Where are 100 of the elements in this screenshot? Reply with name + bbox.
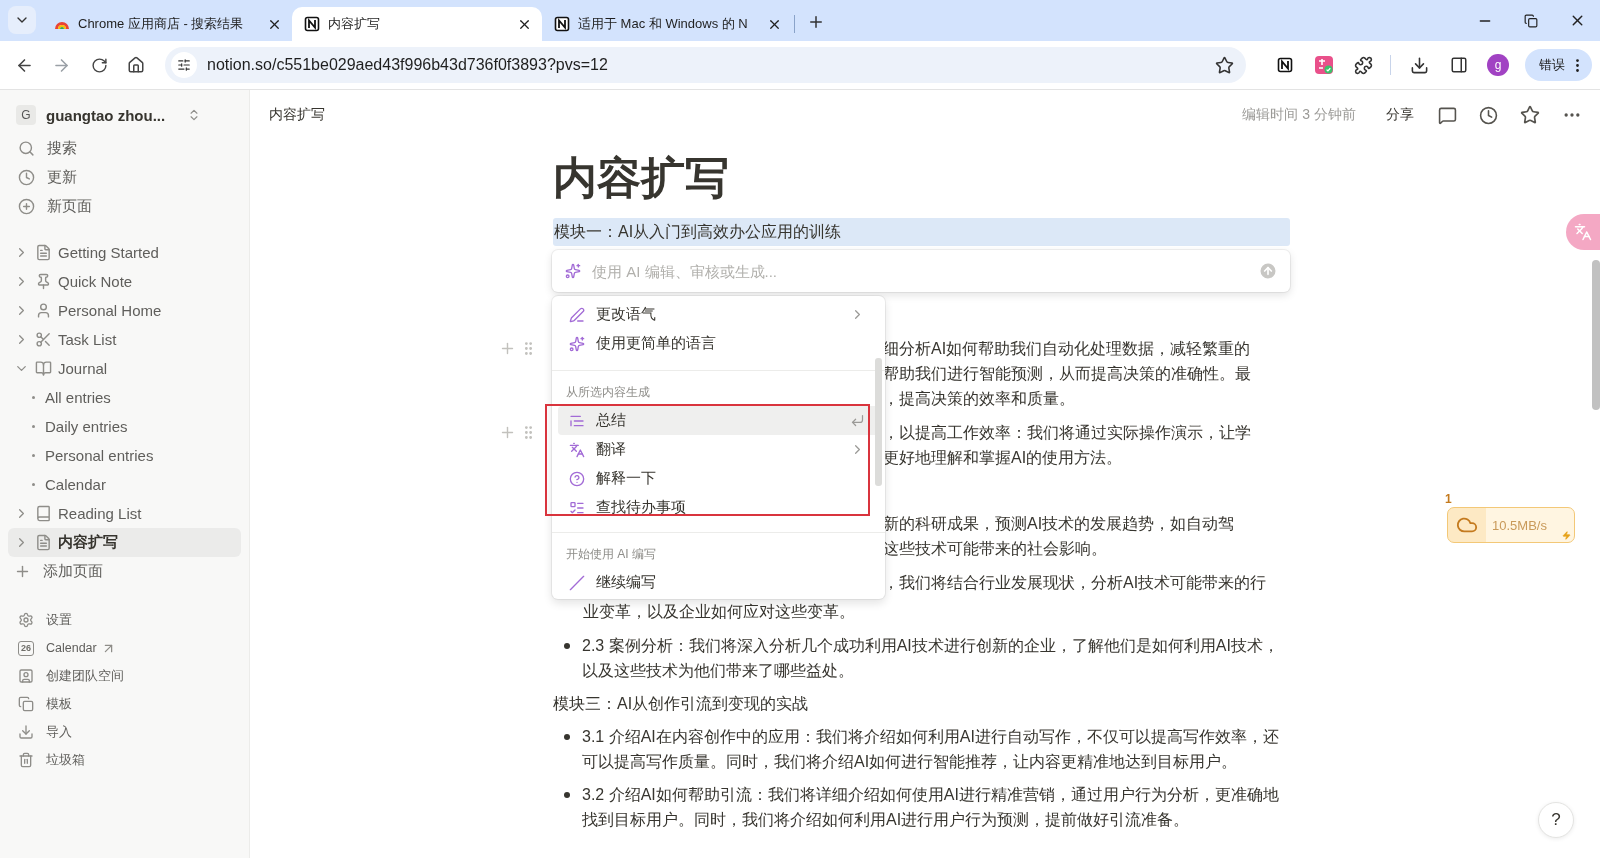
- trash-icon: [18, 752, 34, 768]
- reload-icon[interactable]: [90, 56, 108, 74]
- page-item[interactable]: Personal entries: [8, 441, 241, 470]
- scissors-icon: [35, 331, 52, 348]
- page-item[interactable]: Quick Note: [8, 267, 241, 296]
- help-button[interactable]: ?: [1538, 802, 1574, 838]
- bullet-dot: [564, 792, 570, 798]
- ai-prompt-field[interactable]: 使用 AI 编辑、审核或生成...: [590, 261, 1250, 281]
- sidebar-link[interactable]: 模板: [8, 690, 241, 718]
- bookmark-star-icon[interactable]: [1215, 55, 1235, 75]
- sparkles-icon: [569, 335, 585, 352]
- text-line: ，以提高工作效率：我们将通过实际操作演示，让学: [883, 424, 1251, 441]
- translate-extension-icon[interactable]: [1314, 55, 1335, 75]
- text-line: ，我们将结合行业发展现状，分析AI技术可能带来的行: [883, 574, 1267, 591]
- workspace-avatar: G: [16, 105, 36, 125]
- plus-icon[interactable]: [14, 563, 31, 580]
- sparkles-icon: [565, 263, 581, 279]
- scrollbar[interactable]: [875, 358, 882, 486]
- book-icon: [35, 505, 52, 522]
- question-icon: [569, 470, 585, 487]
- menu-item[interactable]: 查找待办事项: [558, 493, 879, 522]
- download-icon[interactable]: [1410, 55, 1430, 75]
- document-icon: [35, 534, 52, 551]
- page-item[interactable]: Calendar: [8, 470, 241, 499]
- menu-item[interactable]: 解释一下: [558, 464, 879, 493]
- page-item[interactable]: Personal Home: [8, 296, 241, 325]
- sidebar-link[interactable]: 26 Calendar: [8, 634, 241, 662]
- text-line: ，提高决策的效率和质量。: [883, 390, 1075, 407]
- scrollbar[interactable]: [1592, 260, 1600, 410]
- document-icon: [35, 244, 52, 261]
- browser-tab[interactable]: 适用于 Mac 和 Windows 的 N: [542, 7, 792, 41]
- sidebar-link[interactable]: 创建团队空间: [8, 662, 241, 690]
- slash-icon: [569, 574, 585, 591]
- logo-icon: [304, 16, 320, 32]
- home-icon[interactable]: [127, 56, 146, 74]
- menu-item[interactable]: 使用更简单的语言: [558, 329, 879, 358]
- translate-icon: [569, 441, 585, 458]
- site-info-button[interactable]: [171, 52, 197, 78]
- logo-icon: [554, 16, 570, 32]
- menu-section-label: 开始使用 AI 编写: [565, 545, 657, 563]
- page-item[interactable]: Task List: [8, 325, 241, 354]
- menu-section-label: 从所选内容生成: [565, 383, 651, 401]
- sliders-icon[interactable]: [177, 58, 191, 72]
- copy-icon: [18, 696, 34, 712]
- page-item[interactable]: 内容扩写: [8, 528, 241, 557]
- page-item[interactable]: Journal: [8, 354, 241, 383]
- text-line: 这些技术可能带来的社会影响。: [883, 540, 1107, 557]
- pen-icon: [569, 306, 585, 323]
- logo-icon[interactable]: [1276, 57, 1293, 73]
- browser-tab[interactable]: Chrome 应用商店 - 搜索结果: [42, 7, 292, 41]
- browser-tab[interactable]: 内容扩写: [292, 7, 542, 41]
- person-card-icon: [18, 668, 34, 684]
- text-line: 更好地理解和掌握AI的使用方法。: [883, 449, 1123, 466]
- puzzle-icon[interactable]: [1353, 55, 1373, 75]
- search-icon[interactable]: [18, 140, 35, 157]
- list-item-text: 2.3 案例分析：我们将深入分析几个成功利用AI技术进行创新的企业，了解他们是如何利用AI技术，以及这些技术为他们带来了哪些益处。: [582, 636, 1280, 681]
- sidebar-item[interactable]: 新页面: [8, 192, 241, 221]
- person-icon: [35, 302, 52, 319]
- page-item[interactable]: All entries: [8, 383, 241, 412]
- sidebar-link[interactable]: 垃圾箱: [8, 746, 241, 774]
- menu-item[interactable]: 翻译: [558, 435, 879, 464]
- menu-item[interactable]: 更改语气: [558, 300, 879, 329]
- share-button[interactable]: 分享: [1380, 106, 1420, 124]
- sidebar-link[interactable]: 导入: [8, 718, 241, 746]
- add-page-button[interactable]: 添加页面: [8, 557, 241, 586]
- bullet-dot: [564, 643, 570, 649]
- list-item-text: 3.1 介绍AI在内容创作中的应用：我们将介绍如何利用AI进行自动写作，不仅可以提高写作效率，还可以提高写作质量。同时，我们将介绍AI如何进行智能推荐，让内容更精准地达到目标用户。: [582, 727, 1280, 772]
- sidebar-link[interactable]: 设置: [8, 606, 241, 634]
- bolt-icon: [1562, 531, 1571, 540]
- breadcrumb[interactable]: 内容扩写: [269, 106, 325, 124]
- bullet-dot: [564, 734, 570, 740]
- badge-count: 1: [1443, 492, 1454, 506]
- menu-item[interactable]: 继续编写: [558, 568, 879, 597]
- text-line: 帮助我们进行智能预测，从而提高决策的准确性。最: [883, 365, 1251, 382]
- list-item-text: 业变革，以及企业如何应对这些变革。: [583, 603, 855, 620]
- pin-icon: [35, 273, 52, 290]
- section-heading: 模块三：AI从创作引流到变现的实战: [553, 694, 810, 714]
- selected-heading: 模块一：AI从入门到高效办公应用的训练: [553, 218, 1290, 246]
- edited-time: 编辑时间 3 分钟前: [1242, 106, 1356, 124]
- calendar-icon: 26: [18, 640, 34, 656]
- open-book-icon: [35, 360, 52, 377]
- settings-icon: [18, 612, 34, 628]
- list-item-text: 3.2 介绍AI如何帮助引流：我们将详细介绍如何使用AI进行精准营销，通过用户行为分析，更准确地找到目标用户。同时，我们将介绍如何利用AI进行用户行为预测，提前做好引流准备。: [582, 785, 1280, 830]
- download-icon: [18, 724, 34, 740]
- enter-key-icon: [850, 413, 865, 428]
- status-chip[interactable]: 错误: [1524, 49, 1592, 81]
- workspace-switcher[interactable]: G guangtao zhou...: [8, 98, 241, 132]
- address-bar[interactable]: notion.so/c551be029aed43f996b43d736f0f3893?pvs=12: [165, 47, 1247, 83]
- restore-icon[interactable]: [1524, 13, 1538, 28]
- profile-avatar[interactable]: g: [1487, 54, 1509, 76]
- sidebar-item[interactable]: 更新: [8, 163, 241, 192]
- page-item[interactable]: Getting Started: [8, 238, 241, 267]
- plus-circle-icon[interactable]: [18, 198, 35, 215]
- page-item[interactable]: Daily entries: [8, 412, 241, 441]
- side-panel-icon[interactable]: [1449, 56, 1468, 74]
- text-line: 新的科研成果，预测AI技术的发展趋势，如自动驾: [883, 515, 1235, 532]
- page-item[interactable]: Reading List: [8, 499, 241, 528]
- sidebar-item[interactable]: 搜索: [8, 134, 241, 163]
- page-title: 内容扩写: [553, 152, 730, 204]
- checklist-icon: [569, 499, 585, 516]
